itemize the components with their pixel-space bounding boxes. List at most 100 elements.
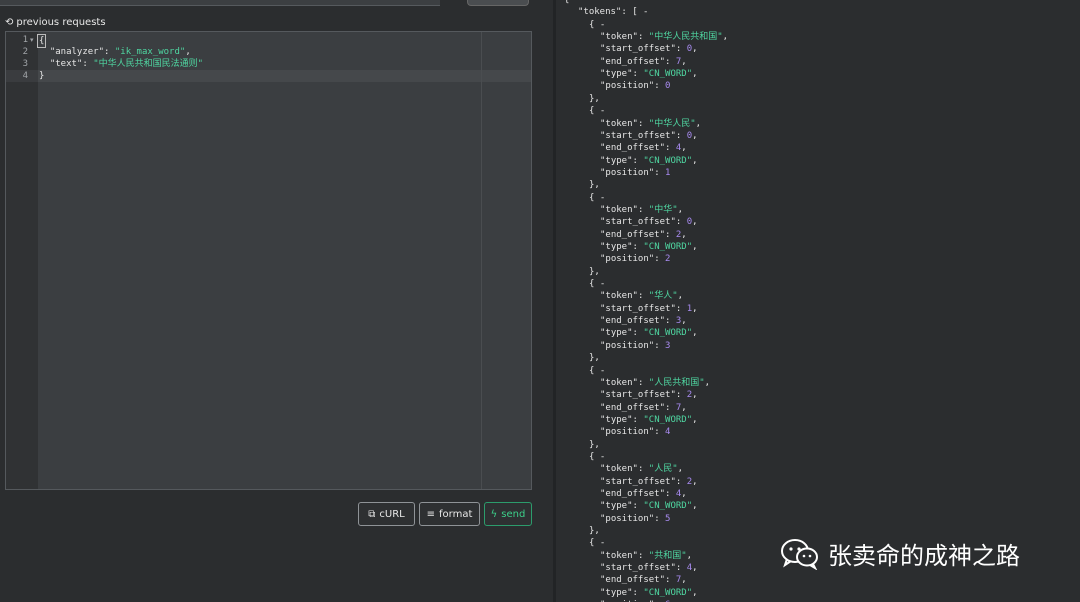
json-punct: :: [637, 464, 649, 475]
json-punct: :: [665, 489, 676, 499]
json-string: 共和国: [654, 550, 682, 561]
start-offset-field: "start_offset": 1,: [600, 303, 698, 315]
json-punct: :: [637, 291, 649, 302]
json-key: "start_offset": [600, 476, 676, 487]
json-punct: { -: [589, 106, 606, 117]
fold-toggle-icon[interactable]: ▾: [30, 34, 34, 46]
json-string: 华人: [654, 291, 673, 302]
json-number: 5: [665, 513, 671, 524]
token-field: "token": "人民",: [600, 463, 683, 475]
json-string: CN_WORD: [648, 242, 687, 252]
json-number: 3: [665, 340, 671, 351]
json-string: CN_WORD: [648, 501, 687, 512]
type-field: "type": "CN_WORD",: [600, 587, 698, 599]
json-punct: },: [589, 526, 600, 537]
token-object-open: { -: [589, 451, 605, 463]
position-field: "position": 5: [600, 513, 670, 525]
token-object-close: },: [589, 352, 600, 364]
position-field: "position": 1: [600, 167, 670, 179]
start-offset-field: "start_offset": 0,: [600, 43, 698, 55]
json-punct: {: [564, 0, 570, 5]
key-token: "text": [39, 59, 83, 69]
token-field: "token": "中华人民",: [600, 118, 701, 130]
json-punct: :: [675, 130, 687, 141]
json-key: "position": [600, 427, 655, 438]
json-punct: },: [589, 180, 600, 191]
type-field: "type": "CN_WORD",: [600, 241, 698, 253]
json-punct: { -: [589, 451, 606, 462]
json-punct: ,: [677, 291, 684, 302]
json-punct: ,: [681, 316, 687, 327]
position-field: "position": 3: [600, 340, 670, 352]
json-key: "end_offset": [600, 56, 666, 67]
json-string: CN_WORD: [648, 587, 687, 598]
json-string: 人民共和国: [654, 377, 700, 388]
history-icon: ⟲: [5, 16, 14, 28]
string-token: "ik_max_word": [114, 47, 186, 57]
json-key: "token": [600, 32, 638, 43]
json-punct: ,: [681, 56, 687, 67]
json-string: CN_WORD: [648, 328, 687, 339]
url-input[interactable]: [0, 0, 440, 6]
code-line[interactable]: "text": "中华人民共和国民法通则": [39, 58, 203, 70]
json-key: "type": [600, 587, 633, 598]
start-offset-field: "start_offset": 0,: [600, 216, 698, 228]
json-punct: :: [637, 204, 649, 215]
request-editor[interactable]: 1 ▾{2 "analyzer": "ik_max_word", 3 "text":…: [5, 31, 532, 490]
json-key: "position": [600, 340, 655, 351]
json-punct: ,: [692, 130, 698, 141]
start-offset-field: "start_offset": 2,: [600, 476, 698, 488]
end-offset-field: "end_offset": 3,: [600, 315, 687, 327]
previous-requests-link[interactable]: ⟲ previous requests: [5, 17, 106, 28]
json-string: 中华: [654, 204, 673, 215]
json-punct: ,: [692, 328, 698, 339]
json-string: CN_WORD: [648, 414, 687, 425]
end-offset-field: "end_offset": 4,: [600, 142, 687, 154]
send-button-label: send: [501, 508, 526, 520]
json-key: "end_offset": [600, 316, 666, 327]
end-offset-field: "end_offset": 7,: [600, 402, 687, 414]
json-key: "token": [600, 550, 638, 561]
punct-token: }: [39, 71, 45, 81]
json-punct: ,: [692, 69, 698, 80]
json-punct: :: [665, 143, 676, 154]
format-button[interactable]: ≡ format: [419, 502, 480, 526]
lightning-icon: ϟ: [490, 508, 498, 520]
format-icon: ≡: [426, 508, 435, 520]
token-object-close: },: [589, 93, 600, 105]
json-string: CN_WORD: [648, 155, 687, 166]
tokens-key-line: "tokens": [ -: [578, 6, 648, 18]
json-number: 4: [665, 427, 671, 438]
send-button[interactable]: ϟ send: [484, 502, 532, 526]
json-key: "end_offset": [600, 489, 666, 499]
json-punct: ,: [692, 44, 698, 55]
curl-button[interactable]: ⧉ cURL: [358, 502, 415, 526]
json-punct: ,: [692, 476, 698, 487]
json-key: "type": [600, 155, 633, 166]
json-key: "type": [600, 242, 633, 252]
json-string: 中华人民共和国: [654, 32, 718, 43]
code-line[interactable]: }: [39, 70, 44, 82]
curl-button-label: cURL: [379, 508, 405, 520]
json-key: "end_offset": [600, 229, 666, 240]
code-line[interactable]: "analyzer": "ik_max_word",: [39, 46, 191, 58]
json-punct: :: [632, 69, 644, 80]
json-key: "position": [600, 513, 655, 524]
type-field: "type": "CN_WORD",: [600, 414, 698, 426]
json-punct: { -: [589, 19, 606, 30]
json-punct: ,: [681, 575, 687, 586]
request-panel: ⟲ previous requests 1 ▾{2 "analyzer": "ik…: [0, 0, 553, 602]
json-punct: :: [632, 242, 644, 252]
json-punct: ,: [692, 587, 698, 598]
json-punct: ,: [692, 414, 698, 425]
token-object-open: { -: [589, 105, 605, 117]
json-punct: :: [665, 402, 676, 413]
line-number: 3: [22, 59, 28, 69]
submit-button[interactable]: [467, 0, 529, 6]
token-object-open: { -: [589, 19, 605, 31]
json-key: "start_offset": [600, 130, 676, 141]
token-object-close: },: [589, 179, 600, 191]
token-object-open: { -: [589, 278, 605, 290]
start-offset-field: "start_offset": 4,: [600, 562, 698, 574]
json-key: "token": [600, 377, 638, 388]
